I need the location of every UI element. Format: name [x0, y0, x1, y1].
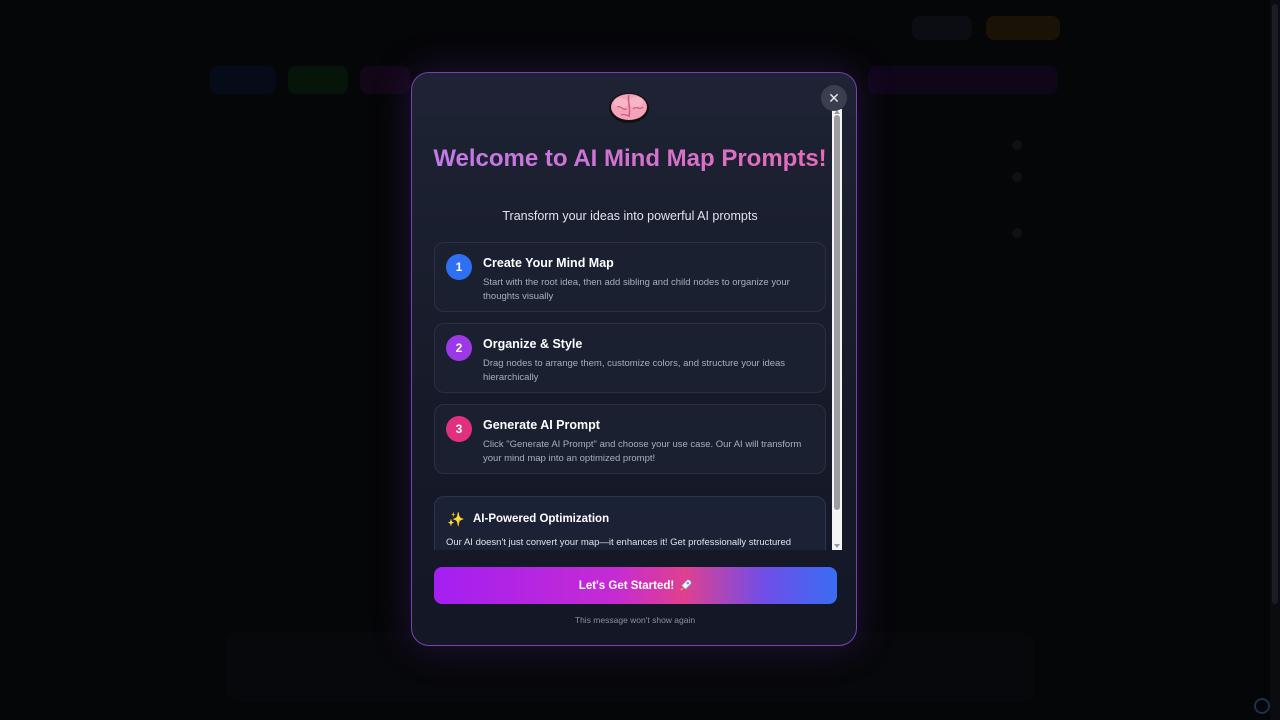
- background-marker: [1012, 228, 1022, 238]
- background-header-button-accent: [986, 16, 1060, 40]
- background-toolbar-pill: [868, 66, 1058, 94]
- step-description: Click "Generate AI Prompt" and choose yo…: [483, 439, 802, 464]
- close-icon: ✕: [828, 90, 840, 106]
- scroll-down-arrow-icon[interactable]: [834, 544, 840, 548]
- background-toolbar-pill: [360, 66, 410, 94]
- rocket-icon: [680, 579, 692, 592]
- ai-optimization-description: Our AI doesn't just convert your map—it …: [446, 537, 792, 548]
- modal-title: Welcome to AI Mind Map Prompts!: [433, 145, 827, 172]
- modal-scrollbar[interactable]: [832, 109, 842, 550]
- step-number-badge: 1: [446, 254, 472, 280]
- welcome-modal: Welcome to AI Mind Map Prompts! Transfor…: [411, 72, 857, 646]
- step-title: Create Your Mind Map: [483, 256, 614, 270]
- step-description: Drag nodes to arrange them, customize co…: [483, 358, 786, 383]
- step-number-badge: 3: [446, 416, 472, 442]
- step-title: Generate AI Prompt: [483, 418, 600, 432]
- step-card: 3 Generate AI Prompt Click "Generate AI …: [434, 404, 826, 474]
- modal-scroll-area[interactable]: Welcome to AI Mind Map Prompts! Transfor…: [412, 73, 843, 550]
- brain-icon: [609, 93, 649, 123]
- ai-optimization-title: AI-Powered Optimization: [473, 513, 610, 525]
- ai-optimization-card: ✨ AI-Powered Optimization Our AI doesn't…: [434, 496, 826, 550]
- step-title: Organize & Style: [483, 337, 583, 351]
- page-scrollbar[interactable]: [1270, 0, 1280, 720]
- close-button[interactable]: ✕: [821, 85, 847, 111]
- background-toolbar-pill: [210, 66, 276, 94]
- sparkle-icon: ✨: [447, 511, 465, 527]
- step-number-badge: 2: [446, 335, 472, 361]
- background-marker: [1012, 172, 1022, 182]
- step-card: 2 Organize & Style Drag nodes to arrange…: [434, 323, 826, 393]
- modal-subtitle: Transform your ideas into powerful AI pr…: [502, 209, 758, 223]
- get-started-button[interactable]: Let's Get Started!: [434, 567, 837, 604]
- dismiss-note: This message won't show again: [574, 615, 696, 625]
- step-description: Start with the root idea, then add sibli…: [483, 277, 790, 302]
- modal-scrollbar-thumb[interactable]: [834, 115, 840, 510]
- background-header-button: [912, 16, 972, 40]
- background-marker: [1012, 140, 1022, 150]
- step-card: 1 Create Your Mind Map Start with the ro…: [434, 242, 826, 312]
- watermark: [1254, 698, 1270, 714]
- get-started-label: Let's Get Started!: [578, 579, 675, 592]
- watermark-logo-icon: [1254, 698, 1270, 714]
- background-toolbar-pill: [288, 66, 348, 94]
- page-scrollbar-thumb[interactable]: [1272, 4, 1278, 604]
